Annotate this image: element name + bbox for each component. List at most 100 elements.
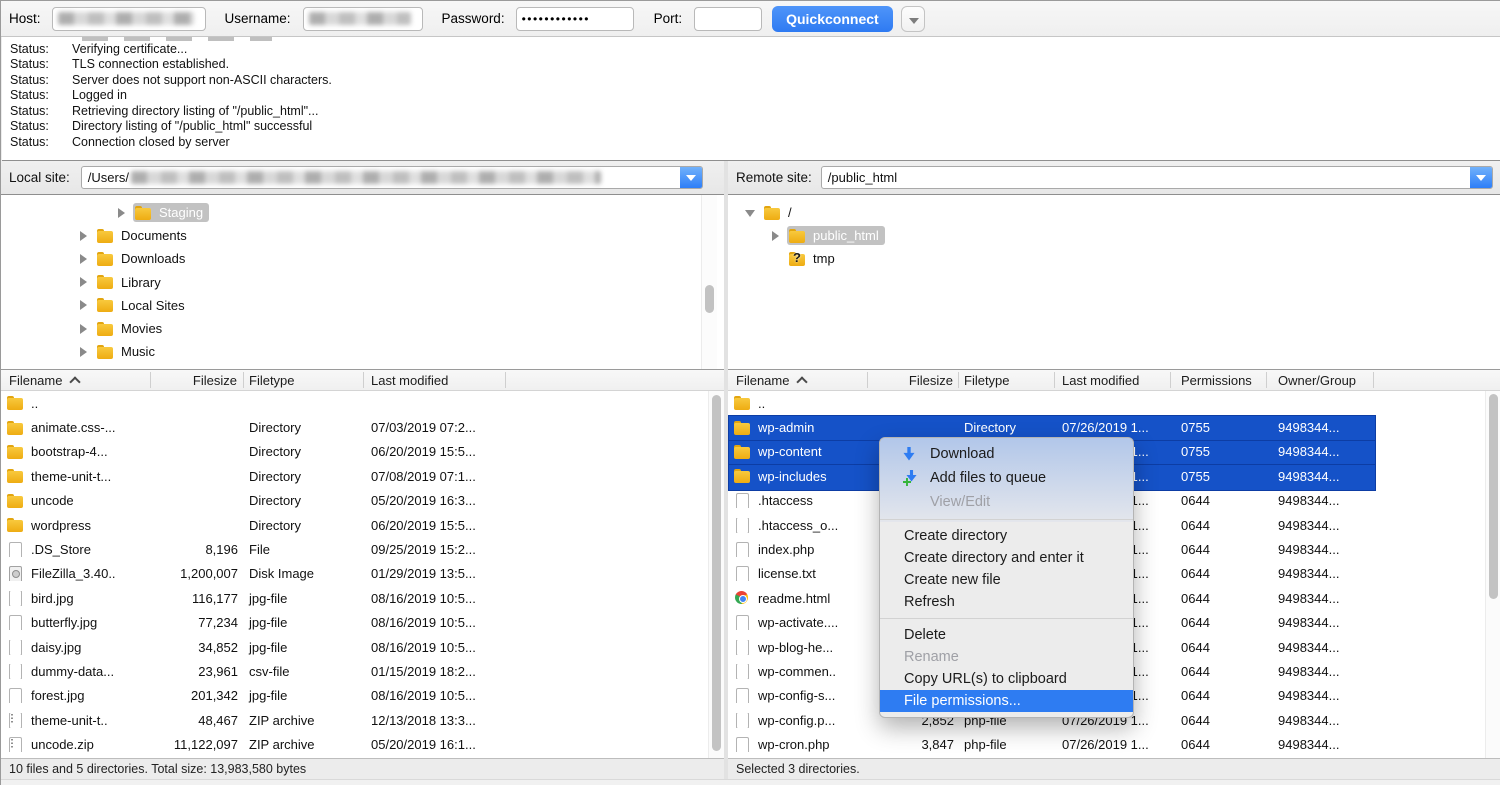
tree-item[interactable]: / [728,201,1500,224]
remote-site-dropdown-button[interactable] [1470,167,1492,188]
context-menu-item[interactable]: Delete [880,624,1133,646]
permissions-cell: 0644 [1171,566,1267,581]
remote-list-scrollbar-thumb[interactable] [1489,394,1498,599]
quickconnect-button[interactable]: Quickconnect [772,6,893,32]
file-row[interactable]: uncode Directory 05/20/2019 16:3... [1,489,724,513]
filename-cell: butterfly.jpg [1,615,151,630]
local-site-path-combo[interactable]: /Users/ [81,166,703,189]
remote-site-path-combo[interactable]: /public_html [821,166,1493,189]
filename-cell: wp-cron.php [728,737,868,752]
tree-item[interactable]: Movies [1,317,724,340]
down-icon[interactable] [738,207,762,219]
log-entry-type: Status: [2,88,72,102]
username-input[interactable] [303,7,423,31]
file-row[interactable]: wp-cron.php 3,847 php-file 07/26/2019 1.… [728,732,1500,756]
folder-icon [764,206,781,220]
file-row[interactable]: .. [1,391,724,415]
file-icon [734,518,751,532]
local-tree-scrollbar[interactable] [701,195,717,369]
filename-cell: index.php [728,542,868,557]
filetype-cell: jpg-file [244,615,364,630]
context-menu-item[interactable]: File permissions... [880,690,1133,712]
context-menu-item[interactable]: Create directory and enter it [880,547,1133,569]
file-row[interactable]: FileZilla_3.40.. 1,200,007 Disk Image 01… [1,562,724,586]
remote-directory-tree: / public_html ? tmp [728,195,1500,369]
file-row[interactable]: dummy-data... 23,961 csv-file 01/15/2019… [1,659,724,683]
file-row[interactable]: wordpress Directory 06/20/2019 15:5... [1,513,724,537]
local-list-scrollbar[interactable] [708,391,724,758]
quickconnect-dropdown-button[interactable] [901,6,925,32]
file-row[interactable]: .. [728,391,1500,415]
column-header-filetype[interactable]: Filetype [244,372,364,388]
file-row[interactable]: .DS_Store 8,196 File 09/25/2019 15:2... [1,537,724,561]
local-list-scrollbar-thumb[interactable] [712,395,721,751]
folder-icon [7,421,24,435]
tree-item-selection: Music [95,342,161,361]
none-icon[interactable] [763,253,787,265]
log-entry-message: Directory listing of "/public_html" succ… [72,119,312,133]
context-menu-item[interactable] [880,618,1133,619]
tree-item[interactable]: Downloads [1,247,724,270]
context-menu-item-label: Create new file [904,572,1001,588]
tree-item[interactable]: Documents [1,224,724,247]
file-row[interactable]: bootstrap-4... Directory 06/20/2019 15:5… [1,440,724,464]
column-header-last-modified[interactable]: Last modified [1055,372,1171,388]
filesize-cell: 34,852 [151,640,244,655]
host-input[interactable] [52,7,206,31]
right-icon[interactable] [71,253,95,265]
remote-list-scrollbar[interactable] [1485,391,1500,758]
column-header-filesize[interactable]: Filesize [151,372,244,388]
column-header-permissions[interactable]: Permissions [1171,372,1267,388]
message-log: Status: Verifying certificate... Status:… [2,37,1500,161]
right-icon[interactable] [71,346,95,358]
file-row[interactable]: theme-unit-t.. 48,467 ZIP archive 12/13/… [1,708,724,732]
tree-item-label: Documents [121,228,187,243]
local-tree-scrollbar-thumb[interactable] [705,285,714,313]
context-menu-item[interactable]: Copy URL(s) to clipboard [880,668,1133,690]
tree-item[interactable]: Music [1,340,724,363]
right-icon[interactable] [71,323,95,335]
column-header-last-modified[interactable]: Last modified [364,372,506,388]
context-menu-item[interactable]: Create directory [880,525,1133,547]
column-header-filesize[interactable]: Filesize [868,372,959,388]
tree-item[interactable]: public_html [728,224,1500,247]
file-icon [734,543,751,557]
file-row[interactable]: uncode.zip 11,122,097 ZIP archive 05/20/… [1,732,724,756]
tree-item[interactable]: ? tmp [728,247,1500,270]
right-icon[interactable] [71,276,95,288]
context-menu-item[interactable]: Refresh [880,591,1133,613]
context-menu-item-label: Create directory [904,528,1007,544]
file-row[interactable]: forest.jpg 201,342 jpg-file 08/16/2019 1… [1,684,724,708]
column-header-filename[interactable]: Filename [1,372,151,388]
right-icon[interactable] [71,299,95,311]
file-row[interactable]: animate.css-... Directory 07/03/2019 07:… [1,415,724,439]
password-input[interactable]: •••••••••••• [516,7,634,31]
right-icon[interactable] [71,230,95,242]
sort-asc-icon [797,376,809,385]
owner-group-cell: 9498344... [1267,444,1374,459]
filetype-cell: Directory [244,518,364,533]
file-row[interactable]: daisy.jpg 34,852 jpg-file 08/16/2019 10:… [1,635,724,659]
column-header-filetype[interactable]: Filetype [959,372,1055,388]
tree-item[interactable]: Local Sites [1,294,724,317]
permissions-cell: 0755 [1171,469,1267,484]
context-menu-item[interactable]: Add files to queue [880,466,1133,490]
filetype-cell: php-file [959,737,1055,752]
right-icon[interactable] [763,230,787,242]
permissions-cell: 0644 [1171,688,1267,703]
local-site-dropdown-button[interactable] [680,167,702,188]
port-input[interactable] [694,7,762,31]
context-menu-item[interactable] [880,519,1133,520]
file-row[interactable]: theme-unit-t... Directory 07/08/2019 07:… [1,464,724,488]
column-header-filename[interactable]: Filename [728,372,868,388]
context-menu-item-label: Refresh [904,594,955,610]
tree-item[interactable]: Staging [1,201,724,224]
tree-item[interactable]: Library [1,271,724,294]
column-header-owner-group[interactable]: Owner/Group [1267,372,1374,388]
context-menu-item[interactable]: Create new file [880,569,1133,591]
file-icon [7,640,24,654]
file-row[interactable]: bird.jpg 116,177 jpg-file 08/16/2019 10:… [1,586,724,610]
right-icon[interactable] [109,207,133,219]
context-menu-item[interactable]: Download [880,442,1133,466]
file-row[interactable]: butterfly.jpg 77,234 jpg-file 08/16/2019… [1,611,724,635]
